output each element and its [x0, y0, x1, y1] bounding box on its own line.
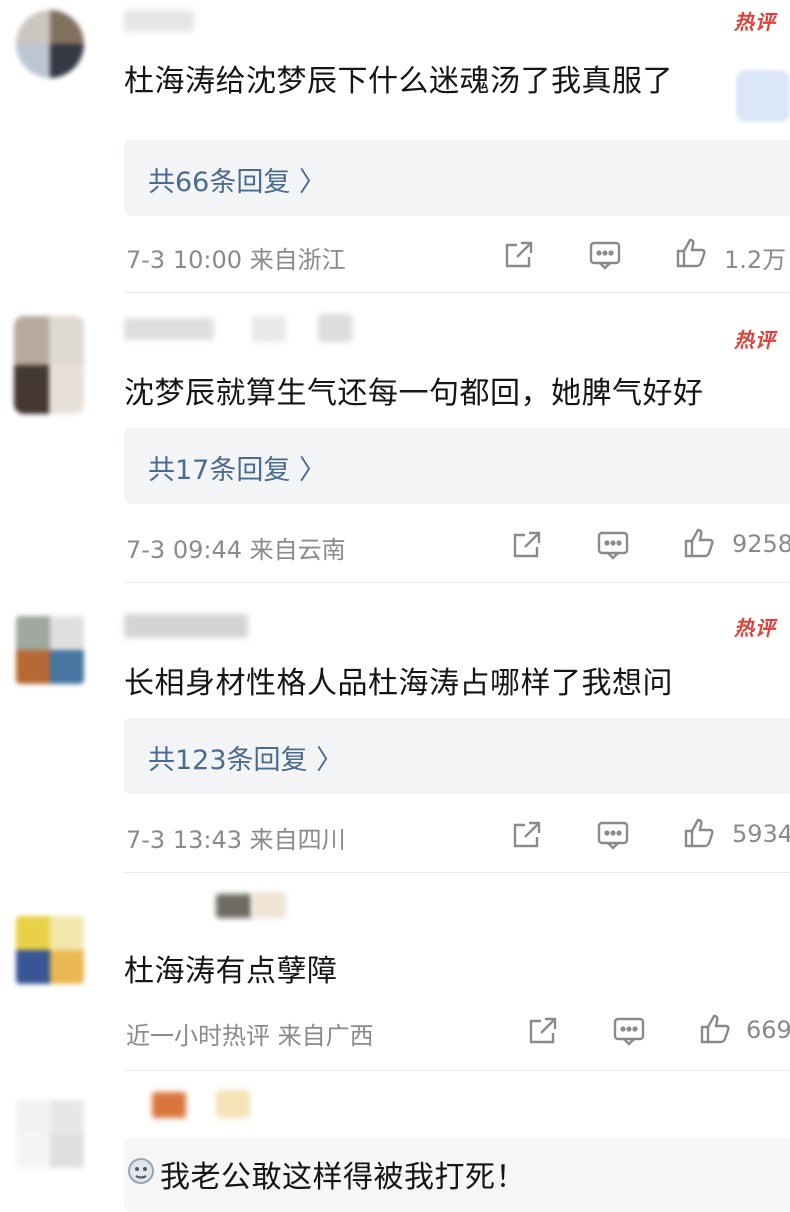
comment-text: 杜海涛有点孽障 — [124, 954, 338, 989]
comment-icon[interactable] — [596, 818, 630, 852]
username[interactable] — [124, 614, 248, 638]
view-replies-link[interactable]: 共66条回复 〉 — [148, 160, 326, 199]
reply-box[interactable]: 共66条回复 〉 — [124, 140, 790, 216]
hot-comment-badge: 热评 — [734, 328, 776, 352]
avatar[interactable] — [16, 916, 84, 984]
like-icon[interactable] — [682, 816, 716, 850]
comment-icon[interactable] — [588, 238, 622, 272]
share-icon[interactable] — [526, 1014, 560, 1048]
view-replies-link[interactable]: 共123条回复 〉 — [148, 738, 343, 777]
username[interactable] — [124, 318, 214, 340]
username-extra — [252, 892, 286, 918]
comment-text: 长相身材性格人品杜海涛占哪样了我想问 — [124, 666, 673, 701]
username-extra — [216, 1090, 250, 1118]
like-icon[interactable] — [682, 526, 716, 560]
comment-meta: 7-3 10:00 来自浙江 — [126, 246, 346, 274]
username-extra — [252, 316, 286, 342]
avatar[interactable] — [16, 616, 84, 684]
username[interactable] — [152, 1092, 186, 1118]
avatar[interactable] — [16, 1100, 84, 1168]
divider — [124, 872, 790, 873]
comment-meta: 7-3 13:43 来自四川 — [126, 826, 346, 854]
reply-box[interactable]: 共17条回复 〉 — [124, 428, 790, 504]
like-count: 9258 — [732, 530, 790, 558]
like-icon[interactable] — [674, 236, 708, 270]
divider — [124, 292, 790, 293]
like-icon[interactable] — [698, 1012, 732, 1046]
like-count: 5934 — [732, 820, 790, 848]
comment-meta: 7-3 09:44 来自云南 — [126, 536, 346, 564]
like-count: 669 — [746, 1016, 790, 1044]
share-icon[interactable] — [510, 528, 544, 562]
comment-text: 杜海涛给沈梦辰下什么迷魂汤了我真服了 — [124, 64, 673, 99]
share-icon[interactable] — [502, 238, 536, 272]
divider — [124, 1070, 790, 1071]
divider — [124, 582, 790, 583]
hot-comment-badge: 热评 — [734, 616, 776, 640]
hot-comment-badge: 热评 — [734, 10, 776, 34]
comment-text: 沈梦辰就算生气还每一句都回，她脾气好好 — [124, 376, 704, 411]
comment-icon[interactable] — [612, 1014, 646, 1048]
emoji-icon — [128, 1158, 154, 1184]
avatar[interactable] — [14, 316, 84, 414]
username[interactable] — [216, 894, 252, 918]
avatar[interactable] — [16, 10, 84, 78]
comment-meta: 近一小时热评 来自广西 — [126, 1022, 374, 1050]
username-extra — [318, 314, 352, 342]
username[interactable] — [124, 10, 194, 32]
like-count: 1.2万 — [724, 246, 787, 274]
share-icon[interactable] — [510, 818, 544, 852]
comment-text: 我老公敢这样得被我打死！ — [160, 1160, 526, 1195]
comment-icon[interactable] — [596, 528, 630, 562]
vip-badge-icon — [736, 70, 790, 122]
reply-box[interactable]: 共123条回复 〉 — [124, 718, 790, 794]
view-replies-link[interactable]: 共17条回复 〉 — [148, 448, 326, 487]
